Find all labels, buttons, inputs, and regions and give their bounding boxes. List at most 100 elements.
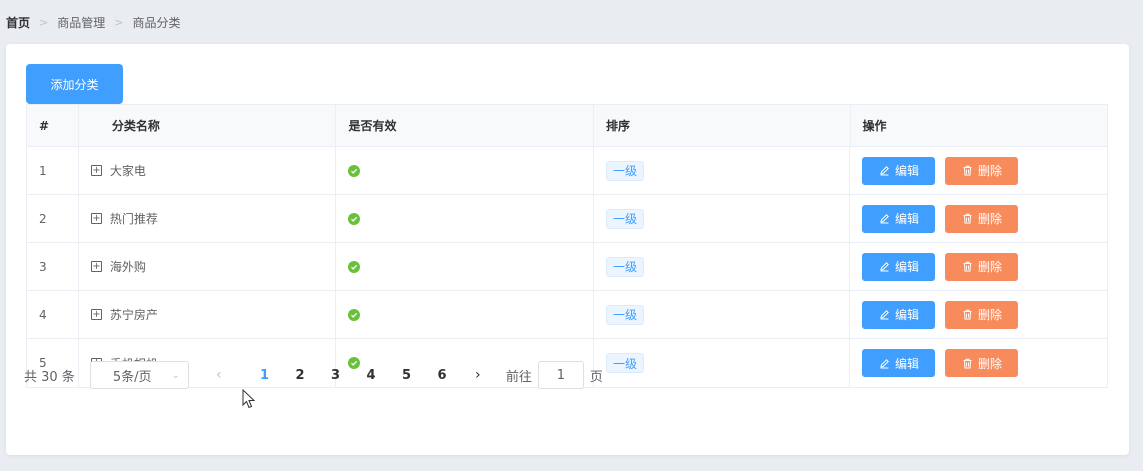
trash-icon [962, 261, 973, 272]
level-tag: 一级 [605, 304, 644, 325]
valid-cell [336, 243, 594, 290]
page-number[interactable]: 4 [353, 368, 389, 383]
actions-cell: 编辑 删除 [850, 339, 1107, 387]
valid-cell [336, 291, 594, 338]
delete-button[interactable]: 删除 [945, 252, 1019, 281]
page-size-value: 5条/页 [112, 369, 152, 385]
category-name-cell: + 热门推荐 [79, 195, 337, 242]
category-name: 大家电 [109, 164, 146, 178]
trash-icon [962, 358, 973, 369]
sort-cell: 一级 [594, 339, 851, 387]
page-number[interactable]: 5 [389, 368, 425, 383]
check-circle-icon [348, 212, 361, 225]
edit-label: 编辑 [894, 260, 919, 274]
edit-button[interactable]: 编辑 [862, 252, 936, 281]
page-suffix: 页 [589, 369, 603, 385]
edit-button[interactable]: 编辑 [862, 300, 936, 329]
next-page-icon[interactable]: › [460, 367, 496, 383]
table-header-row: # 分类名称 是否有效 排序 操作 [27, 105, 1107, 147]
row-index: 2 [27, 195, 79, 242]
trash-icon [962, 213, 973, 224]
category-name: 海外购 [109, 260, 146, 274]
expand-plus-icon[interactable]: + [90, 261, 102, 272]
delete-button[interactable]: 删除 [945, 300, 1019, 329]
edit-label: 编辑 [894, 356, 919, 371]
breadcrumb-goods-management: 商品管理 [57, 15, 106, 30]
category-name: 苏宁房产 [109, 308, 158, 322]
chevron-right-icon: > [114, 15, 124, 29]
header-category-name: 分类名称 [79, 105, 337, 146]
actions-cell: 编辑 删除 [850, 195, 1107, 242]
table-row: 3 + 海外购 一级 编辑 删除 [27, 243, 1107, 291]
level-tag: 一级 [605, 353, 644, 373]
table-row: 1 + 大家电 一级 编辑 删除 [27, 147, 1107, 195]
prev-page-icon[interactable]: ‹ [201, 367, 237, 383]
header-is-valid: 是否有效 [336, 105, 594, 146]
goto-page: 前往 页 [506, 361, 603, 389]
chevron-down-icon: ⌄ [171, 369, 180, 381]
edit-icon [879, 261, 890, 272]
check-circle-icon [348, 260, 361, 273]
edit-label: 编辑 [894, 164, 919, 178]
delete-button[interactable]: 删除 [945, 156, 1019, 185]
valid-cell [336, 195, 594, 242]
mouse-cursor-icon [242, 388, 256, 412]
header-sort: 排序 [594, 105, 851, 146]
goto-page-input[interactable] [537, 361, 584, 389]
check-circle-icon [348, 308, 361, 321]
table-row: 2 + 热门推荐 一级 编辑 删除 [27, 195, 1107, 243]
goto-label: 前往 [505, 369, 532, 385]
content-card: 添加分类 # 分类名称 是否有效 排序 操作 1 + 大家电 一级 编辑 删除 [6, 44, 1129, 455]
edit-icon [879, 213, 890, 224]
delete-label: 删除 [977, 164, 1002, 178]
page-number[interactable]: 1 [247, 368, 283, 383]
delete-label: 删除 [977, 308, 1002, 322]
delete-button[interactable]: 删除 [945, 204, 1019, 233]
delete-label: 删除 [977, 356, 1002, 371]
category-name-cell: + 苏宁房产 [79, 291, 337, 338]
trash-icon [962, 165, 973, 176]
check-circle-icon [348, 164, 361, 177]
expand-plus-icon[interactable]: + [90, 165, 102, 176]
add-category-button[interactable]: 添加分类 [26, 64, 123, 104]
category-name: 热门推荐 [109, 212, 158, 226]
edit-button[interactable]: 编辑 [862, 156, 936, 185]
row-index: 4 [27, 291, 79, 338]
trash-icon [962, 309, 973, 320]
pagination: 共 30 条 5条/页 ⌄ ‹ 1 2 3 4 5 6 › 前往 页 [24, 361, 603, 389]
row-index: 1 [27, 147, 79, 194]
actions-cell: 编辑 删除 [850, 291, 1107, 338]
expand-plus-icon[interactable]: + [90, 309, 102, 320]
category-name-cell: + 海外购 [79, 243, 337, 290]
breadcrumb-goods-category: 商品分类 [132, 15, 181, 30]
level-tag: 一级 [605, 256, 644, 277]
actions-cell: 编辑 删除 [850, 147, 1107, 194]
page-number[interactable]: 3 [318, 368, 354, 383]
table-row: 4 + 苏宁房产 一级 编辑 删除 [27, 291, 1107, 339]
edit-button[interactable]: 编辑 [862, 349, 936, 377]
chevron-right-icon: > [39, 15, 49, 29]
edit-icon [879, 165, 890, 176]
category-table: # 分类名称 是否有效 排序 操作 1 + 大家电 一级 编辑 删除 2 + 热… [26, 104, 1108, 388]
edit-button[interactable]: 编辑 [862, 204, 936, 233]
level-tag: 一级 [605, 160, 644, 181]
edit-label: 编辑 [894, 308, 919, 322]
page-number[interactable]: 6 [424, 368, 460, 383]
actions-cell: 编辑 删除 [850, 243, 1107, 290]
row-index: 3 [27, 243, 79, 290]
level-tag: 一级 [605, 208, 644, 229]
page-number[interactable]: 2 [282, 368, 318, 383]
category-name-cell: + 大家电 [79, 147, 337, 194]
page-list: 1 2 3 4 5 6 [247, 368, 460, 383]
delete-label: 删除 [977, 260, 1002, 274]
edit-icon [879, 309, 890, 320]
page-size-select[interactable]: 5条/页 ⌄ [89, 361, 189, 389]
header-index: # [27, 105, 79, 146]
breadcrumb-home[interactable]: 首页 [6, 14, 30, 31]
sort-cell: 一级 [594, 243, 851, 290]
expand-plus-icon[interactable]: + [90, 213, 102, 224]
edit-label: 编辑 [894, 212, 919, 226]
sort-cell: 一级 [594, 291, 851, 338]
header-actions: 操作 [862, 119, 887, 133]
delete-button[interactable]: 删除 [945, 349, 1019, 377]
